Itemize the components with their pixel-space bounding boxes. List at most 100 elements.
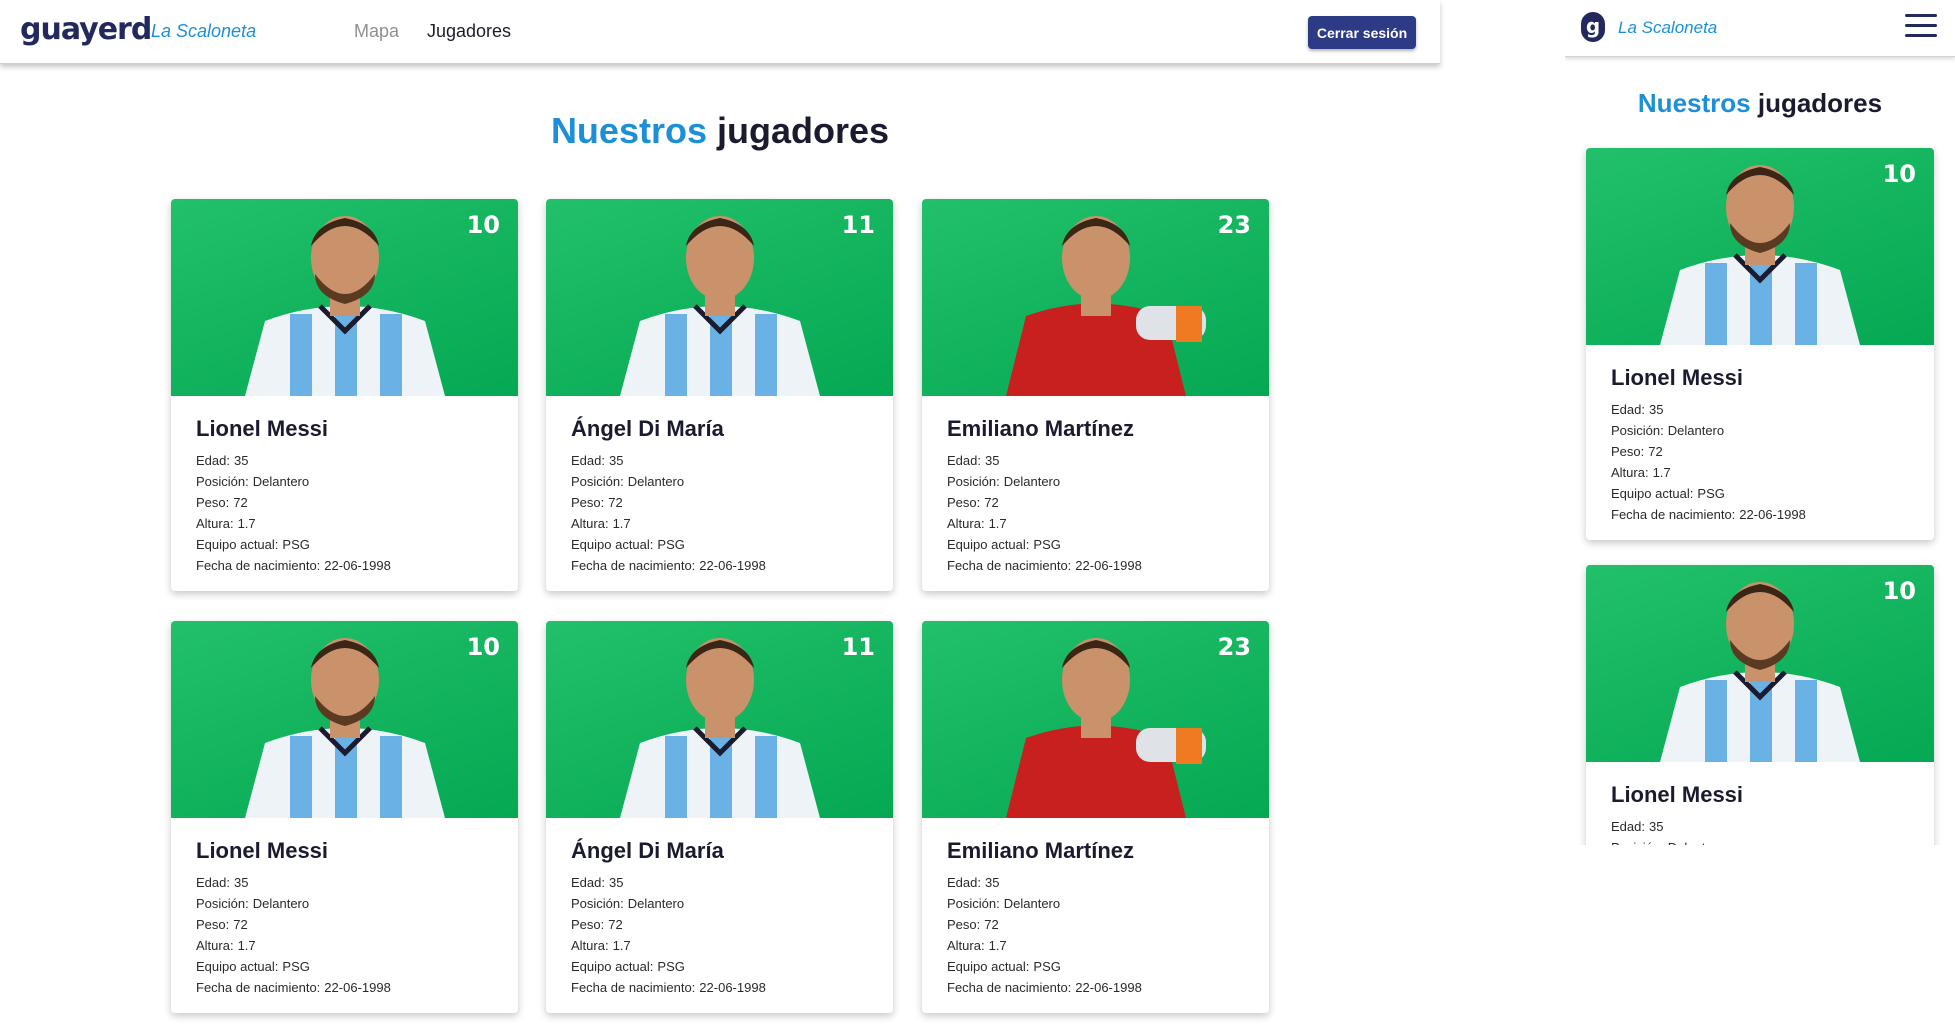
field-value: 72 [984,495,999,510]
field-label: Peso: [196,495,230,510]
player-info: Lionel MessiEdad:35Posición:DelanteroPes… [196,838,508,998]
field-value: 35 [608,453,624,468]
player-name: Lionel Messi [196,416,329,441]
player-name: Lionel Messi [1611,782,1744,807]
player-card[interactable]: 11 Ángel Di María Edad: 35 Posición: Delanter… [546,199,893,591]
logout-button[interactable]: Cerrar sesión [1308,16,1416,49]
jersey-number: 23 [1217,633,1251,661]
player-info: Lionel Messi Edad:35Posición:Delantero Pes… [196,416,508,576]
field-value: 35 [1648,402,1664,417]
field-label: Edad: [196,875,230,890]
nav-link-jugadores[interactable]: Jugadores [427,21,511,42]
field-value: 35 [233,875,249,890]
player-card[interactable]: 10Lionel MessiEdad:35Posición:DelanteroP… [1586,565,1934,845]
player-photo: 10 [1586,148,1934,345]
field-label: Equipo actual: [1611,486,1694,501]
player-card[interactable]: 23 Emiliano Martínez Edad: 35 Posición: Delan… [922,621,1269,1013]
field-label: Posición: [196,896,249,911]
player-field-nacimiento: Fecha de nacimiento: 22-06-1998 [571,555,883,576]
player-card[interactable]: 10Lionel MessiEdad:35Posición:DelanteroP… [171,199,518,591]
brand-subtitle: La Scaloneta [151,21,257,41]
player-field-nacimiento: Fecha de nacimiento: 22-06-1998 [196,555,508,576]
field-label: Edad: [1611,402,1645,417]
player-field-equipo: Equipo actual: PSG [571,956,883,977]
player-field-peso: Peso: 72 [1611,441,1924,462]
player-field-peso: Peso: 72 [571,914,883,935]
player-field-edad: Edad: 35 [196,872,508,893]
player-info: Emiliano Martínez Edad: 35 Posición: Delante… [947,416,1259,576]
jersey-number: 10 [466,211,500,239]
player-card[interactable]: 10Lionel MessiEdad:35Posición:DelanteroP… [1586,148,1934,540]
player-field-nacimiento: Fecha de nacimiento: 22-06-1998 [947,555,1259,576]
player-name: Ángel Di María [571,838,724,863]
field-value: 72 [608,917,623,932]
player-field-equipo: Equipo actual: PSG [1611,483,1924,504]
field-value: 35 [984,875,1000,890]
jersey-number: 10 [1882,160,1916,188]
field-label: Fecha de nacimiento: [1611,507,1736,522]
field-label: Posición: [1611,423,1664,438]
field-value: 35 [608,875,624,890]
mobile-title-accent: Nuestros [1637,88,1751,118]
field-label: Altura: [196,516,234,531]
player-field-edad: Edad: 35 [1611,399,1924,420]
player-field-posicion: Posición:Delantero [196,471,508,492]
player-field-altura: Altura: 1.7 [196,513,508,534]
field-label: Posición: [196,474,249,489]
field-label: Posición: [1611,840,1664,845]
player-info: Lionel MessiEdad:35Posición:DelanteroPes… [1611,782,1924,845]
player-field-altura: Altura: 1.7 [1611,462,1924,483]
field-label: Posición: [571,474,624,489]
field-value: PSG [1697,486,1725,501]
hamburger-menu-icon[interactable] [1905,14,1937,40]
player-field-nacimiento: Fecha de nacimiento: 22-06-1998 [196,977,508,998]
field-value: PSG [657,537,685,552]
field-label: Equipo actual: [196,537,279,552]
guayerd-logo[interactable]: guayerd [20,12,152,47]
field-value: PSG [657,959,685,974]
player-info: Ángel Di María Edad: 35 Posición: Delantero P… [571,838,883,998]
field-label: Peso: [571,917,605,932]
field-label: Posición: [947,474,1000,489]
jersey-number: 23 [1217,211,1251,239]
player-field-equipo: Equipo actual: PSG [947,956,1259,977]
player-card[interactable]: 11 Ángel Di María Edad: 35 Posición: Delanter… [546,621,893,1013]
player-card[interactable]: 23 Emiliano Martínez Edad: 35 Posición: Delan… [922,199,1269,591]
player-name: Lionel Messi [196,838,329,863]
field-value: 22-06-1998 [699,558,766,573]
mobile-navbar: g La Scaloneta [1565,0,1955,57]
field-value: 72 [984,917,999,932]
field-label: Fecha de nacimiento: [196,558,321,573]
field-value: PSG [1033,537,1061,552]
guayerd-logo-icon[interactable]: g [1581,12,1605,42]
player-field-posicion: Posición:Delantero [1611,420,1924,441]
brand-subtitle: La Scaloneta [1618,18,1718,37]
player-field-peso: Peso: 72 [571,492,883,513]
field-label: Posición: [947,896,1000,911]
field-value: Delantero [627,474,685,489]
field-value: 1.7 [612,516,631,531]
field-value: Delantero [627,896,685,911]
field-value: 35 [1648,819,1664,834]
player-card[interactable]: 10Lionel MessiEdad:35Posición:DelanteroP… [171,621,518,1013]
player-field-altura: Altura: 1.7 [196,935,508,956]
mobile-page-title: Nuestros jugadores [1565,88,1955,119]
field-label: Altura: [947,938,985,953]
field-value: 1.7 [1652,465,1671,480]
field-label: Posición: [571,896,624,911]
field-value: 1.7 [988,516,1007,531]
field-value: Delantero [252,896,310,911]
player-field-posicion: Posición:Delantero [571,471,883,492]
field-value: 1.7 [237,516,256,531]
desktop-view: guayerd La Scaloneta Mapa Jugadores Cerr… [0,0,1440,1024]
player-field-edad: Edad: 35 [196,450,508,471]
player-photo: 10 [171,199,518,396]
field-label: Edad: [571,875,605,890]
field-label: Peso: [571,495,605,510]
player-field-posicion: Posición:Delantero [571,893,883,914]
field-value: 22-06-1998 [699,980,766,995]
player-field-altura: Altura: 1.7 [571,935,883,956]
nav-link-mapa[interactable]: Mapa [354,21,399,42]
player-field-equipo: Equipo actual: PSG [196,534,508,555]
player-photo: 23 [922,621,1269,818]
